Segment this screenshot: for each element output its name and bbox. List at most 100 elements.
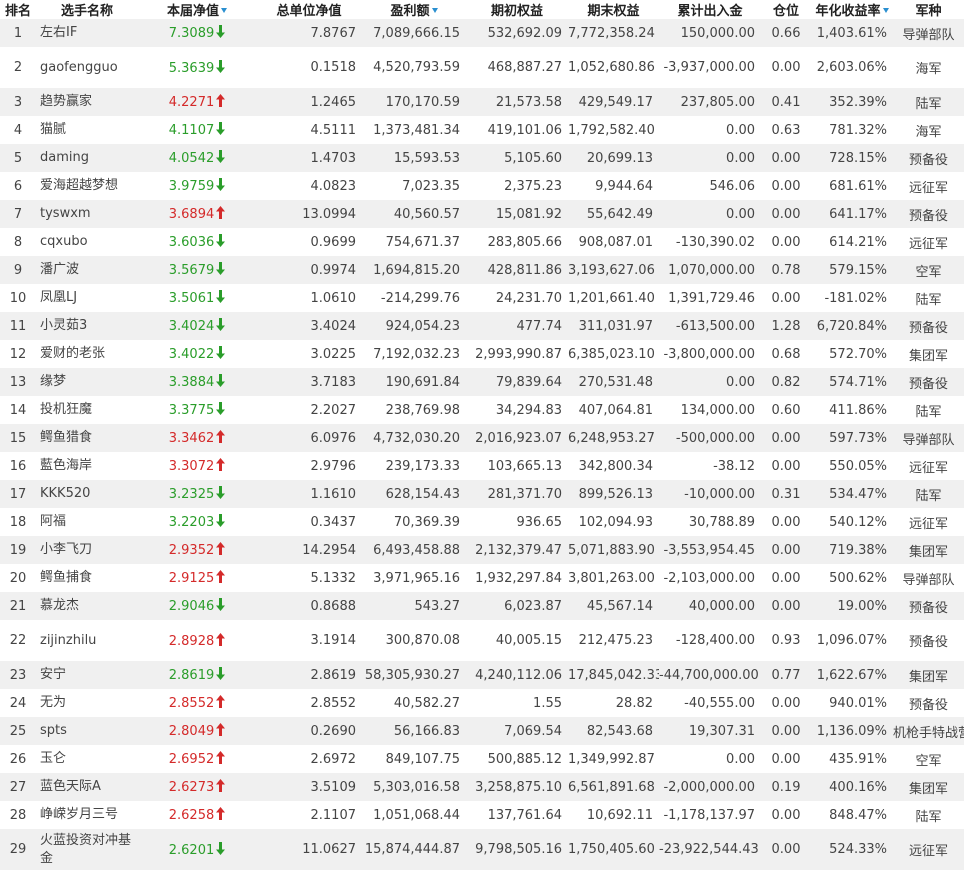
down-arrow-icon xyxy=(216,598,226,611)
player-name-cell[interactable]: 慕龙杰 xyxy=(36,592,138,620)
header-nav-label: 本届净值 xyxy=(166,4,219,19)
player-name[interactable]: 鳄鱼捕食 xyxy=(40,569,138,587)
player-name[interactable]: 火蓝投资对冲基金 xyxy=(40,832,138,868)
total-nav-cell: 3.0225 xyxy=(256,340,362,368)
net-flow-cell: 0.00 xyxy=(659,745,761,773)
player-name[interactable]: tyswxm xyxy=(40,205,138,223)
player-name-cell[interactable]: daming xyxy=(36,144,138,172)
player-name-cell[interactable]: gaofengguo xyxy=(36,47,138,88)
table-row: 7 tyswxm 3.6894 13.0994 40,560.57 15,081.92 55… xyxy=(0,200,964,228)
player-name[interactable]: 藍色海岸 xyxy=(40,457,138,475)
net-flow-cell: -10,000.00 xyxy=(659,480,761,508)
position-cell: 0.77 xyxy=(761,661,811,689)
player-name-cell[interactable]: 玉仑 xyxy=(36,745,138,773)
player-name-cell[interactable]: 趋势赢家 xyxy=(36,88,138,116)
player-name-cell[interactable]: 缘梦 xyxy=(36,368,138,396)
player-name-cell[interactable]: tyswxm xyxy=(36,200,138,228)
player-name-cell[interactable]: 猫腻 xyxy=(36,116,138,144)
group-cell: 预备役 xyxy=(893,200,964,228)
nav-value: 3.3775 xyxy=(168,403,215,418)
nav-value: 2.6201 xyxy=(168,842,215,858)
rank-cell: 11 xyxy=(0,312,36,340)
profit-cell: 7,023.35 xyxy=(362,172,466,200)
end-equity-cell: 270,531.48 xyxy=(568,368,659,396)
annual-return-cell: 792.47% xyxy=(811,870,893,876)
down-arrow-icon xyxy=(216,667,226,680)
table-row: 21 慕龙杰 2.9046 0.8688 543.27 6,023.87 45,567.14… xyxy=(0,592,964,620)
end-equity-cell: 3,801,263.00 xyxy=(568,564,659,592)
player-name[interactable]: 无为 xyxy=(40,694,138,712)
player-name[interactable]: 凤凰LJ xyxy=(40,289,138,307)
start-equity-cell: 37,727.27 xyxy=(466,870,568,876)
player-name-cell[interactable]: 潘广波 xyxy=(36,256,138,284)
down-arrow-icon xyxy=(216,59,226,73)
down-arrow-icon xyxy=(216,514,226,527)
player-name-cell[interactable]: zijinzhilu xyxy=(36,620,138,661)
player-name[interactable]: 潘广波 xyxy=(40,261,138,279)
player-name-cell[interactable]: 火蓝投资对冲基金 xyxy=(36,829,138,870)
player-name-cell[interactable]: 投机狂魔 xyxy=(36,396,138,424)
table-row: 16 藍色海岸 3.3072 2.9796 239,173.33 103,665.13 34… xyxy=(0,452,964,480)
total-nav-cell: 0.8688 xyxy=(256,592,362,620)
player-name-cell[interactable]: 峥嵘岁月三号 xyxy=(36,801,138,829)
group-cell: 预备役 xyxy=(893,689,964,717)
player-name-cell[interactable]: 阿福 xyxy=(36,508,138,536)
player-name[interactable]: 小灵茹3 xyxy=(40,317,138,335)
player-name[interactable]: 爱财的老张 xyxy=(40,345,138,363)
header-annual-return[interactable]: 年化收益率 xyxy=(811,0,893,19)
annual-return-cell: 550.05% xyxy=(811,452,893,480)
player-name[interactable]: 缘梦 xyxy=(40,373,138,391)
player-name-cell[interactable]: 爱海超越梦想 xyxy=(36,172,138,200)
header-profit[interactable]: 盈利额 xyxy=(362,0,466,19)
player-name[interactable]: 小李飞刀 xyxy=(40,541,138,559)
player-name[interactable]: 投机狂魔 xyxy=(40,401,138,419)
player-name[interactable]: zijinzhilu xyxy=(40,632,138,650)
player-name[interactable]: 趋势赢家 xyxy=(40,93,138,111)
position-cell: 0.00 xyxy=(761,508,811,536)
start-equity-cell: 468,887.27 xyxy=(466,47,568,88)
nav-cell: 3.4024 xyxy=(138,312,256,340)
player-name[interactable]: KKK520 xyxy=(40,485,138,503)
total-nav-cell: 7.8767 xyxy=(256,19,362,47)
player-name-cell[interactable]: 小灵茹3 xyxy=(36,312,138,340)
total-nav-cell: 4.5111 xyxy=(256,116,362,144)
player-name-cell[interactable]: 鳄鱼猎食 xyxy=(36,424,138,452)
player-name[interactable]: 蓝色天际A xyxy=(40,778,138,796)
player-name-cell[interactable]: 蓝色天际A xyxy=(36,773,138,801)
net-flow-cell: -102,662.00 xyxy=(659,870,761,876)
player-name-cell[interactable]: 无为 xyxy=(36,689,138,717)
player-name[interactable]: 爱海超越梦想 xyxy=(40,177,138,195)
player-name-cell[interactable]: 凤凰LJ xyxy=(36,284,138,312)
group-cell: 远征军 xyxy=(893,508,964,536)
player-name[interactable]: 阿福 xyxy=(40,513,138,531)
player-name[interactable]: 猫腻 xyxy=(40,121,138,139)
end-equity-cell: 6,248,953.27 xyxy=(568,424,659,452)
header-nav[interactable]: 本届净值 xyxy=(138,0,256,19)
player-name-cell[interactable]: cqxubo xyxy=(36,228,138,256)
player-name-cell[interactable]: 左右IF xyxy=(36,19,138,47)
table-row: 1 左右IF 7.3089 7.8767 7,089,666.15 532,692.09 7… xyxy=(0,19,964,47)
end-equity-cell: 429,549.17 xyxy=(568,88,659,116)
net-flow-cell: -44,700,000.00 xyxy=(659,661,761,689)
player-name[interactable]: 峥嵘岁月三号 xyxy=(40,806,138,824)
player-name[interactable]: 鳄鱼猎食 xyxy=(40,429,138,447)
player-name[interactable]: gaofengguo xyxy=(40,59,138,77)
player-name[interactable]: 安宁 xyxy=(40,666,138,684)
player-name[interactable]: 玉仑 xyxy=(40,750,138,768)
player-name-cell[interactable]: 安宁 xyxy=(36,661,138,689)
player-name[interactable]: cqxubo xyxy=(40,233,138,251)
player-name-cell[interactable]: 鳄鱼捕食 xyxy=(36,564,138,592)
player-name-cell[interactable]: 小李飞刀 xyxy=(36,536,138,564)
end-equity-cell: 5,071,883.90 xyxy=(568,536,659,564)
player-name[interactable]: daming xyxy=(40,149,138,167)
player-name[interactable]: spts xyxy=(40,722,138,740)
player-name[interactable]: 慕龙杰 xyxy=(40,597,138,615)
player-name[interactable]: 左右IF xyxy=(40,24,138,42)
nav-cell: 2.6258 xyxy=(138,801,256,829)
profit-cell: 40,560.57 xyxy=(362,200,466,228)
player-name-cell[interactable]: 爱财的老张 xyxy=(36,340,138,368)
player-name-cell[interactable]: spts xyxy=(36,717,138,745)
player-name-cell[interactable]: KKK520 xyxy=(36,480,138,508)
player-name-cell[interactable]: eliteapple xyxy=(36,870,138,876)
player-name-cell[interactable]: 藍色海岸 xyxy=(36,452,138,480)
